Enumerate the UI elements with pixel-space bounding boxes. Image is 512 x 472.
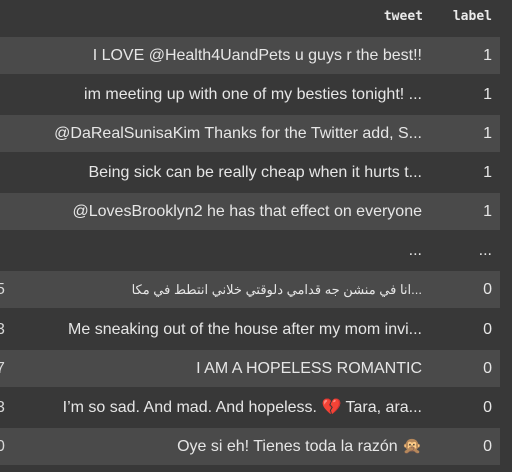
- row-index-cell: 7: [0, 360, 5, 377]
- label-cell: 0: [483, 360, 492, 377]
- table-row: 7 I AM A HOPELESS ROMANTIC 0: [0, 350, 500, 387]
- label-cell: 0: [483, 321, 492, 338]
- tweet-cell: انا في منشن جه قدامي دلوقتي خلاني انتطط …: [131, 282, 422, 297]
- row-index-cell: 3: [0, 321, 5, 338]
- tweet-cell: ...: [408, 242, 422, 259]
- tweet-cell: Being sick can be really cheap when it h…: [88, 164, 422, 181]
- table-row: 3 I’m so sad. And mad. And hopeless. 💔 T…: [0, 389, 500, 426]
- column-header-tweet: tweet: [383, 9, 423, 24]
- label-cell: 1: [483, 203, 492, 220]
- table-row: 0 Oye si eh! Tienes toda la razón 🙊 0: [0, 428, 500, 465]
- label-cell: 1: [483, 164, 492, 181]
- label-cell: 0: [483, 399, 492, 416]
- label-cell: 0: [483, 438, 492, 455]
- table-row: Being sick can be really cheap when it h…: [0, 154, 500, 191]
- tweet-cell: I AM A HOPELESS ROMANTIC: [196, 360, 422, 377]
- label-cell: 1: [483, 125, 492, 142]
- table-row: @DaRealSunisaKim Thanks for the Twitter …: [0, 115, 500, 152]
- tweet-cell: Oye si eh! Tienes toda la razón 🙊: [177, 438, 422, 455]
- table-row: 5 انا في منشن جه قدامي دلوقتي خلاني انتط…: [0, 271, 500, 308]
- tweet-cell: im meeting up with one of my besties ton…: [84, 86, 422, 103]
- row-index-cell: 0: [0, 438, 5, 455]
- table-row: 3 Me sneaking out of the house after my …: [0, 311, 500, 348]
- label-cell: 1: [483, 47, 492, 64]
- label-cell: ...: [478, 242, 492, 259]
- table-header: tweet label: [0, 0, 512, 36]
- table-row: @LovesBrooklyn2 he has that effect on ev…: [0, 193, 500, 230]
- table-row: I LOVE @Health4UandPets u guys r the bes…: [0, 37, 500, 74]
- table-row-ellipsis: ... ...: [0, 232, 500, 269]
- tweet-cell: I’m so sad. And mad. And hopeless. 💔 Tar…: [62, 399, 422, 416]
- label-cell: 1: [483, 86, 492, 103]
- right-gutter: [500, 36, 512, 472]
- column-header-label: label: [452, 9, 492, 24]
- dataframe-output: tweet label I LOVE @Health4UandPets u gu…: [0, 0, 512, 472]
- table-row: im meeting up with one of my besties ton…: [0, 76, 500, 113]
- tweet-cell: Me sneaking out of the house after my mo…: [68, 321, 422, 338]
- tweet-cell: @DaRealSunisaKim Thanks for the Twitter …: [54, 125, 422, 142]
- tweet-cell: I LOVE @Health4UandPets u guys r the bes…: [92, 47, 422, 64]
- label-cell: 0: [483, 281, 492, 298]
- tweet-cell: @LovesBrooklyn2 he has that effect on ev…: [72, 203, 423, 220]
- row-index-cell: 3: [0, 399, 5, 416]
- row-index-cell: 5: [0, 281, 5, 298]
